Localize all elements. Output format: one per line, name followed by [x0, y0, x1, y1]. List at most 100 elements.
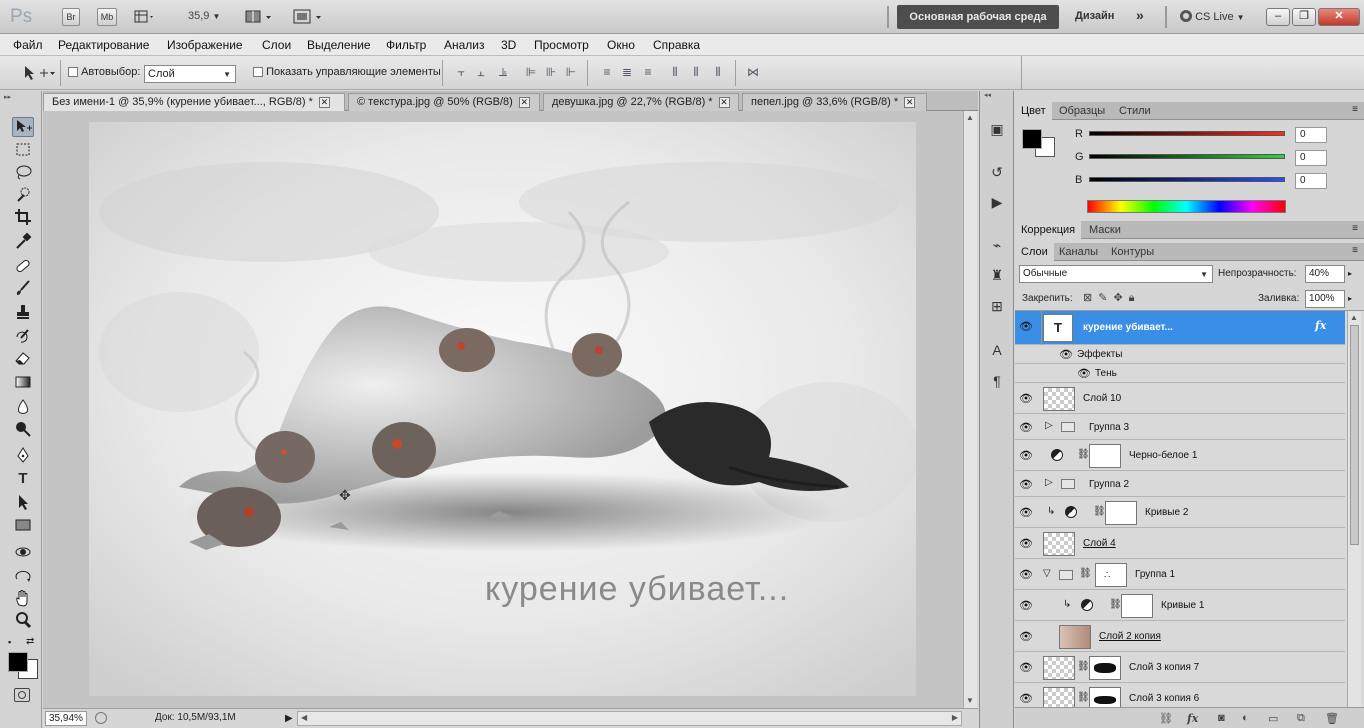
- layer-row[interactable]: 👁︎ Слой 10: [1015, 384, 1345, 414]
- add-mask-icon[interactable]: ◙: [1218, 712, 1225, 724]
- status-info-icon[interactable]: [95, 712, 107, 724]
- menu-layers[interactable]: Слои: [262, 38, 291, 52]
- r-value-field[interactable]: 0: [1295, 127, 1327, 143]
- layer-row[interactable]: 👁︎ ⛓︎ Слой 3 копия 6: [1015, 684, 1345, 707]
- shape-tool[interactable]: [12, 516, 34, 536]
- layer-row[interactable]: 👁︎ Слой 2 копия: [1015, 622, 1345, 652]
- view-extras-button[interactable]: [133, 8, 155, 26]
- quick-selection-tool[interactable]: [12, 186, 34, 206]
- layer-group-row[interactable]: 👁︎ ▷ Группа 2: [1015, 472, 1345, 497]
- menu-file[interactable]: Файл: [13, 38, 43, 52]
- type-tool[interactable]: T: [12, 469, 34, 489]
- tab-document-texture[interactable]: © текстура.jpg @ 50% (RGB/8) ✕: [348, 93, 540, 111]
- align-bottom-icon[interactable]: ⫡: [495, 65, 511, 81]
- clone-source-icon[interactable]: ♜: [987, 265, 1007, 285]
- eraser-tool[interactable]: [12, 349, 34, 369]
- tab-adjustments[interactable]: Коррекция: [1015, 221, 1082, 239]
- character-panel-icon[interactable]: A: [987, 340, 1007, 360]
- panel-menu-icon[interactable]: ≡: [1352, 245, 1358, 256]
- g-value-field[interactable]: 0: [1295, 150, 1327, 166]
- show-controls-checkbox[interactable]: [253, 67, 263, 78]
- distribute-left-icon[interactable]: ⦀: [667, 65, 683, 81]
- mini-bridge-panel-icon[interactable]: ▣: [987, 119, 1007, 139]
- distribute-right-icon[interactable]: ⦀: [710, 65, 726, 81]
- path-selection-tool[interactable]: [12, 493, 34, 513]
- panel-menu-icon[interactable]: ≡: [1352, 104, 1358, 115]
- layer-name[interactable]: курение убивает...: [1083, 322, 1173, 333]
- expand-icon[interactable]: ◂◂: [984, 91, 991, 99]
- distribute-top-icon[interactable]: ≡: [599, 65, 615, 81]
- opacity-arrow-icon[interactable]: ▸: [1348, 269, 1352, 278]
- move-tool[interactable]: [12, 117, 34, 137]
- tab-color[interactable]: Цвет: [1015, 102, 1052, 120]
- layer-name[interactable]: Группа 3: [1089, 422, 1129, 433]
- align-vertical-center-icon[interactable]: ⫠: [473, 65, 489, 81]
- new-adjustment-icon[interactable]: ◐: [1242, 712, 1249, 724]
- cs-live-button[interactable]: CS Live ▼: [1180, 10, 1245, 23]
- close-tab-icon[interactable]: ✕: [904, 97, 916, 108]
- clone-stamp-tool[interactable]: [12, 303, 34, 323]
- tab-channels[interactable]: Каналы: [1053, 243, 1104, 261]
- tab-swatches[interactable]: Образцы: [1053, 102, 1111, 120]
- visibility-eye-icon[interactable]: 👁︎: [1077, 367, 1091, 381]
- dodge-tool[interactable]: [12, 420, 34, 440]
- menu-3d[interactable]: 3D: [501, 38, 516, 52]
- scroll-up-icon[interactable]: ▲: [1350, 313, 1358, 322]
- layer-effects-row[interactable]: 👁︎ Эффекты: [1015, 346, 1345, 364]
- bridge-button[interactable]: Br: [62, 8, 80, 26]
- align-left-icon[interactable]: ⊫: [523, 65, 539, 81]
- healing-brush-tool[interactable]: [12, 257, 34, 277]
- layer-name[interactable]: Кривые 1: [1161, 600, 1204, 611]
- visibility-eye-icon[interactable]: 👁︎: [1019, 478, 1033, 492]
- layer-row-adjustment[interactable]: 👁︎ ↳ ⛓︎ Кривые 1: [1015, 591, 1345, 621]
- foreground-color-swatch[interactable]: [8, 652, 28, 672]
- delete-layer-icon[interactable]: 🗑︎: [1325, 712, 1339, 725]
- lock-all-icon[interactable]: 🔒︎: [1129, 292, 1141, 304]
- mini-bridge-button[interactable]: Mb: [97, 8, 117, 26]
- r-slider[interactable]: [1089, 131, 1285, 136]
- visibility-eye-icon[interactable]: 👁︎: [1019, 537, 1033, 551]
- swap-colors-icon[interactable]: ⇄: [26, 636, 34, 647]
- align-top-icon[interactable]: ⫟: [453, 65, 469, 81]
- marquee-tool[interactable]: [12, 141, 34, 161]
- 3d-rotate-tool[interactable]: [12, 543, 34, 563]
- pen-tool[interactable]: [12, 446, 34, 466]
- history-panel-icon[interactable]: ↺: [987, 162, 1007, 182]
- document-image[interactable]: курение убивает... ✥: [89, 122, 916, 696]
- distribute-bottom-icon[interactable]: ≡: [640, 65, 656, 81]
- layer-name[interactable]: Слой 3 копия 6: [1129, 693, 1199, 704]
- new-group-icon[interactable]: ▭: [1268, 712, 1278, 725]
- brush-tool[interactable]: [12, 279, 34, 299]
- zoom-field[interactable]: 35,94%: [45, 711, 87, 726]
- visibility-eye-icon[interactable]: 👁︎: [1019, 568, 1033, 582]
- layers-scrollbar[interactable]: ▲: [1347, 311, 1361, 707]
- layer-row[interactable]: 👁︎ Слой 4: [1015, 529, 1345, 559]
- g-slider[interactable]: [1089, 154, 1285, 159]
- b-value-field[interactable]: 0: [1295, 173, 1327, 189]
- tab-document-untitled[interactable]: Без имени-1 @ 35,9% (курение убивает...,…: [43, 93, 345, 111]
- lock-position-icon[interactable]: ✥: [1113, 292, 1128, 304]
- menu-help[interactable]: Справка: [653, 38, 700, 52]
- blend-mode-select[interactable]: Обычные ▼: [1019, 265, 1213, 283]
- brush-presets-icon[interactable]: ⌁: [987, 235, 1007, 255]
- default-colors-icon[interactable]: ▪: [8, 637, 11, 647]
- workspace-design-button[interactable]: Дизайн: [1075, 10, 1114, 22]
- layer-row-text[interactable]: 👁︎ T курение убивает... fx: [1015, 311, 1345, 345]
- tab-paths[interactable]: Контуры: [1105, 243, 1160, 261]
- zoom-tool[interactable]: [12, 611, 34, 631]
- layer-effect-shadow-row[interactable]: 👁︎ Тень: [1015, 365, 1345, 383]
- b-slider[interactable]: [1089, 177, 1285, 182]
- autoselect-option[interactable]: Автовыбор:: [68, 66, 140, 78]
- foreground-color-chip[interactable]: [1022, 129, 1042, 149]
- layer-group-row[interactable]: 👁︎ ▽ ⛓︎ ∴ Группа 1: [1015, 560, 1345, 590]
- layer-name[interactable]: Слой 4: [1083, 538, 1116, 549]
- blur-tool[interactable]: [12, 398, 34, 418]
- layer-name[interactable]: Черно-белое 1: [1129, 450, 1197, 461]
- menu-select[interactable]: Выделение: [307, 38, 371, 52]
- visibility-eye-icon[interactable]: 👁︎: [1019, 320, 1033, 334]
- close-window-button[interactable]: ✕: [1318, 8, 1360, 26]
- menu-view[interactable]: Просмотр: [534, 38, 589, 52]
- visibility-eye-icon[interactable]: 👁︎: [1059, 348, 1073, 362]
- screen-mode-button[interactable]: [293, 8, 327, 26]
- add-style-fx-icon[interactable]: fx: [1187, 712, 1198, 725]
